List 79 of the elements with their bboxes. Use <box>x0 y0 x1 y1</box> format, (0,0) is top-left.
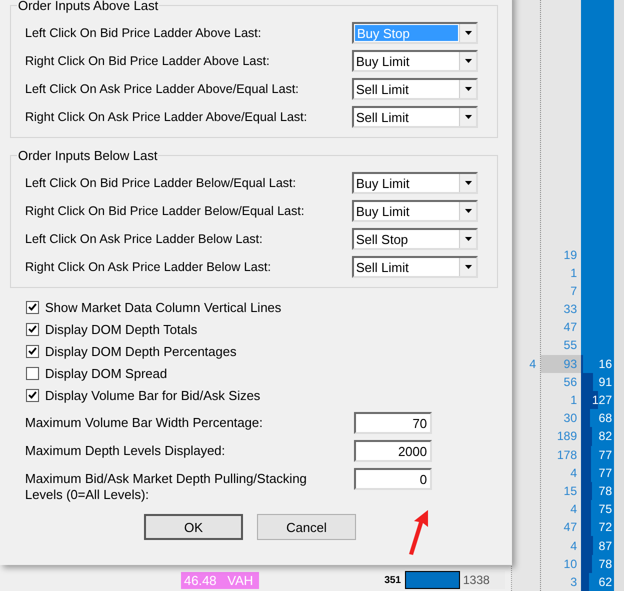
order-type-dropdown[interactable]: Sell Limit <box>352 78 478 100</box>
bid-size: 10 <box>564 556 577 571</box>
ask-size: 72 <box>598 520 612 534</box>
dropdown-arrow-icon <box>464 115 472 119</box>
bid-size: 3 <box>570 574 577 589</box>
total-text: 1338 <box>463 573 490 587</box>
field-label: Left Click On Bid Price Ladder Above Last: <box>25 26 262 40</box>
bid-size: 93 <box>564 356 577 371</box>
bid-size: 19 <box>564 248 577 262</box>
field-label: Left Click On Bid Price Ladder Below/Equal Last: <box>25 176 296 190</box>
checkbox[interactable] <box>26 322 39 336</box>
ladder-cell: 4 <box>529 356 536 371</box>
ask-size: 82 <box>598 429 612 444</box>
bid-size: 7 <box>570 284 577 298</box>
ask-size: 91 <box>598 374 612 389</box>
order-type-dropdown[interactable]: Sell Limit <box>352 256 478 278</box>
bid-size: 56 <box>564 374 577 389</box>
checkbox[interactable] <box>26 388 39 402</box>
order-type-dropdown[interactable]: Buy Limit <box>352 200 478 222</box>
bid-size: 189 <box>556 429 577 444</box>
ok-button[interactable]: OK <box>144 514 243 540</box>
field-label: Right Click On Bid Price Ladder Above Last: <box>25 54 270 68</box>
dropdown-arrow-icon <box>464 31 472 35</box>
field-label: Right Click On Ask Price Ladder Below Last: <box>25 260 271 274</box>
bid-size: 55 <box>564 338 577 352</box>
group-title: Order Inputs Above Last <box>17 0 160 13</box>
ask-size: 75 <box>598 502 612 516</box>
field-label: Maximum Volume Bar Width Percentage: <box>25 414 264 431</box>
checkbox[interactable] <box>26 344 39 358</box>
field-label: Left Click On Ask Price Ladder Below Last: <box>25 232 263 246</box>
value-area-label: 46.48 VAH <box>181 572 259 588</box>
checkbox-label: Display DOM Depth Totals <box>45 322 198 336</box>
order-type-dropdown[interactable]: Buy Limit <box>352 172 478 194</box>
field-label: Maximum Depth Levels Displayed: <box>25 442 226 459</box>
number-input[interactable]: 0 <box>354 468 432 490</box>
field-label: Maximum Bid/Ask Market Depth Pulling/Stacking Levels (0=All Levels): <box>25 470 308 503</box>
dropdown-arrow-icon <box>464 209 472 213</box>
cancel-button[interactable]: Cancel <box>257 514 356 540</box>
order-type-dropdown[interactable]: Buy Limit <box>352 50 478 72</box>
ask-size: 127 <box>592 393 612 408</box>
ask-size: 16 <box>598 356 612 371</box>
ask-size: 77 <box>598 448 612 462</box>
checkbox-label: Display DOM Depth Percentages <box>45 344 236 358</box>
dropdown-arrow-icon <box>464 59 472 63</box>
dropdown-arrow-icon <box>464 265 472 269</box>
bid-size: 4 <box>570 466 577 480</box>
checkbox-label: Show Market Data Column Vertical Lines <box>45 300 282 314</box>
checkbox-label: Display Volume Bar for Bid/Ask Sizes <box>45 388 260 402</box>
ask-size: 78 <box>598 556 612 571</box>
field-label: Right Click On Bid Price Ladder Below/Equal Last: <box>25 204 304 218</box>
field-label: Right Click On Ask Price Ladder Above/Equal Last: <box>25 110 308 124</box>
order-type-dropdown[interactable]: Sell Stop <box>352 228 478 250</box>
bid-size: 1 <box>570 393 577 408</box>
checkbox[interactable] <box>26 366 39 380</box>
bid-size: 47 <box>564 320 577 334</box>
ask-size: 87 <box>598 538 612 553</box>
ask-size: 68 <box>598 411 612 426</box>
dropdown-arrow-icon <box>464 181 472 185</box>
field-label: Left Click On Ask Price Ladder Above/Equal Last: <box>25 82 299 96</box>
bid-size: 178 <box>556 448 577 462</box>
dropdown-arrow-icon <box>464 87 472 91</box>
ask-size: 77 <box>598 466 612 480</box>
bid-size: 1 <box>570 266 577 280</box>
bid-size: 4 <box>570 502 577 516</box>
checkbox-label: Display DOM Spread <box>45 366 168 380</box>
checkbox[interactable] <box>26 300 39 314</box>
bid-size: 33 <box>564 302 577 316</box>
group-title: Order Inputs Below Last <box>17 148 158 163</box>
bid-size: 4 <box>570 538 577 553</box>
bid-size: 15 <box>564 484 577 498</box>
bid-size: 30 <box>564 411 577 426</box>
number-input[interactable]: 70 <box>354 412 432 434</box>
ask-size: 78 <box>598 484 612 498</box>
order-type-dropdown[interactable]: Sell Limit <box>352 106 478 128</box>
bid-size: 47 <box>564 520 577 534</box>
number-input[interactable]: 2000 <box>354 440 432 462</box>
volume-text: 351 <box>383 574 401 586</box>
dropdown-arrow-icon <box>464 237 472 241</box>
ask-size: 62 <box>598 574 612 589</box>
